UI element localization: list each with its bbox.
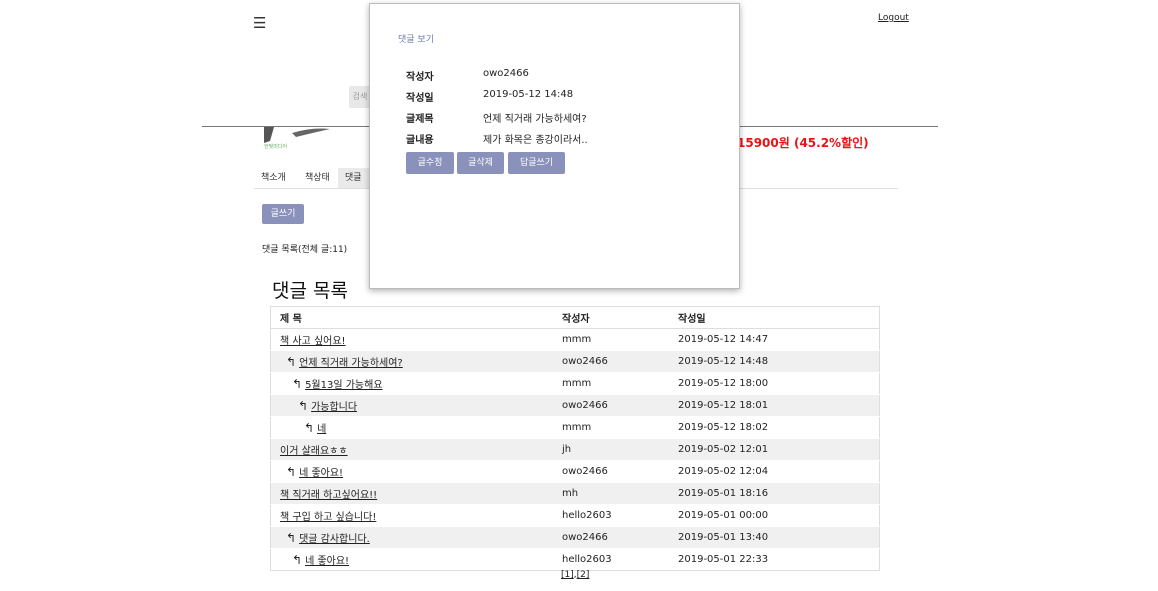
cell-subject: ↰ 네 좋아요! <box>270 548 553 571</box>
cell-subject: ↰ 네 좋아요! <box>270 460 553 483</box>
cell-subject: ↰ 댓글 감사합니다. <box>270 526 553 549</box>
page-link-1[interactable]: [1] <box>561 570 574 580</box>
cell-author: jh <box>553 438 669 461</box>
cell-date: 2019-05-02 12:04 <box>669 460 880 483</box>
comment-subject-link[interactable]: 네 <box>317 424 326 435</box>
table-row: ↰ 가능합니다 owo2466 2019-05-12 18:01 <box>270 394 880 417</box>
cell-author: mmm <box>553 372 669 395</box>
price-info: 15900원 (45.2%할인) <box>737 136 869 150</box>
comment-subject-link[interactable]: 5월13일 가능해요 <box>305 380 382 391</box>
cell-author: owo2466 <box>553 350 669 373</box>
reply-comment-button[interactable]: 답글쓰기 <box>508 152 565 174</box>
field-label: 글제목 <box>406 114 434 125</box>
cell-author: hello2603 <box>553 548 669 571</box>
comment-count: 댓글 목록(전체 글:11) <box>262 245 348 255</box>
publisher-label: 한빛미디어 <box>264 144 288 150</box>
cell-subject: ↰ 가능합니다 <box>270 394 553 417</box>
cell-date: 2019-05-01 00:00 <box>669 504 880 527</box>
field-value: owo2466 <box>483 68 529 79</box>
comment-subject-link[interactable]: 책 사고 싶어요! <box>280 336 346 347</box>
cell-subject: 이거 살래요ㅎㅎ <box>270 438 553 461</box>
field-value: 제가 화목은 종강이라서.. <box>483 135 588 146</box>
reply-arrow-icon: ↰ <box>298 399 309 413</box>
cell-date: 2019-05-01 13:40 <box>669 526 880 549</box>
table-row: ↰ 네 mmm 2019-05-12 18:02 <box>270 416 880 439</box>
cell-date: 2019-05-12 14:47 <box>669 328 880 351</box>
field-label: 작성자 <box>406 72 434 83</box>
cell-author: owo2466 <box>553 394 669 417</box>
reply-arrow-icon: ↰ <box>286 465 297 479</box>
reply-arrow-icon: ↰ <box>286 531 297 545</box>
cell-date: 2019-05-01 22:33 <box>669 548 880 571</box>
field-value: 2019-05-12 14:48 <box>483 89 574 100</box>
reply-arrow-icon: ↰ <box>292 553 303 567</box>
cell-author: mmm <box>553 416 669 439</box>
cell-subject: 책 구입 하고 싶습니다! <box>270 504 553 527</box>
search-input[interactable]: 검색 <box>349 86 371 108</box>
table-row: 책 구입 하고 싶습니다! hello2603 2019-05-01 00:00 <box>270 504 880 527</box>
cell-date: 2019-05-02 12:01 <box>669 438 880 461</box>
comment-subject-link[interactable]: 댓글 감사합니다. <box>299 534 370 545</box>
field-label: 글내용 <box>406 135 434 146</box>
table-row: ↰ 댓글 감사합니다. owo2466 2019-05-01 13:40 <box>270 526 880 549</box>
comment-subject-link[interactable]: 가능합니다 <box>311 402 357 413</box>
column-header-subject: 제 목 <box>270 306 553 329</box>
cell-subject: ↰ 언제 직거래 가능하세여? <box>270 350 553 373</box>
reply-arrow-icon: ↰ <box>304 421 315 435</box>
table-row: 책 직거래 하고싶어요!! mh 2019-05-01 18:16 <box>270 482 880 505</box>
cell-author: hello2603 <box>553 504 669 527</box>
comment-subject-link[interactable]: 네 좋아요! <box>305 556 349 567</box>
page-link-2[interactable]: [2] <box>577 570 590 580</box>
cell-subject: ↰ 네 <box>270 416 553 439</box>
comment-view-modal: 댓글 보기 작성자 owo2466 작성일 2019-05-12 14:48 글… <box>369 3 740 289</box>
table-row: ↰ 네 좋아요! hello2603 2019-05-01 22:33 <box>270 548 880 571</box>
cell-date: 2019-05-12 14:48 <box>669 350 880 373</box>
table-header-row: 제 목 작성자 작성일 <box>270 306 880 329</box>
column-header-date: 작성일 <box>669 306 880 329</box>
cell-author: owo2466 <box>553 526 669 549</box>
comment-table: 제 목 작성자 작성일 책 사고 싶어요! mmm 2019-05-12 14:47… <box>270 306 880 571</box>
cell-date: 2019-05-12 18:00 <box>669 372 880 395</box>
reply-arrow-icon: ↰ <box>292 377 303 391</box>
delete-comment-button[interactable]: 글삭제 <box>457 152 504 174</box>
comment-list-title: 댓글 목록 <box>272 280 348 302</box>
tab-book-intro[interactable]: 책소개 <box>254 168 293 188</box>
table-row: ↰ 언제 직거래 가능하세여? owo2466 2019-05-12 14:48 <box>270 350 880 373</box>
comment-subject-link[interactable]: 이거 살래요ㅎㅎ <box>280 446 348 457</box>
cell-author: owo2466 <box>553 460 669 483</box>
cell-subject: 책 직거래 하고싶어요!! <box>270 482 553 505</box>
comment-subject-link[interactable]: 책 직거래 하고싶어요!! <box>280 490 377 501</box>
tab-book-status[interactable]: 책상태 <box>298 168 337 188</box>
cell-subject: 책 사고 싶어요! <box>270 328 553 351</box>
cell-date: 2019-05-01 18:16 <box>669 482 880 505</box>
comment-subject-link[interactable]: 언제 직거래 가능하세여? <box>299 358 403 369</box>
reply-arrow-icon: ↰ <box>286 355 297 369</box>
cell-author: mh <box>553 482 669 505</box>
cell-author: mmm <box>553 328 669 351</box>
hamburger-menu-icon[interactable]: ☰ <box>253 14 266 32</box>
pagination: [1],[2] <box>561 570 590 580</box>
field-label: 작성일 <box>406 93 434 104</box>
comment-subject-link[interactable]: 네 좋아요! <box>299 468 343 479</box>
modal-title: 댓글 보기 <box>398 35 434 45</box>
write-comment-button[interactable]: 글쓰기 <box>262 204 304 224</box>
table-row: 책 사고 싶어요! mmm 2019-05-12 14:47 <box>270 328 880 351</box>
comment-subject-link[interactable]: 책 구입 하고 싶습니다! <box>280 512 376 523</box>
tab-comments[interactable]: 댓글 <box>338 168 369 188</box>
cell-subject: ↰ 5월13일 가능해요 <box>270 372 553 395</box>
column-header-author: 작성자 <box>553 306 669 329</box>
cell-date: 2019-05-12 18:02 <box>669 416 880 439</box>
table-row: ↰ 네 좋아요! owo2466 2019-05-02 12:04 <box>270 460 880 483</box>
edit-comment-button[interactable]: 글수정 <box>406 152 454 174</box>
cell-date: 2019-05-12 18:01 <box>669 394 880 417</box>
field-value: 언제 직거래 가능하세여? <box>483 114 587 125</box>
table-row: 이거 살래요ㅎㅎ jh 2019-05-02 12:01 <box>270 438 880 461</box>
table-row: ↰ 5월13일 가능해요 mmm 2019-05-12 18:00 <box>270 372 880 395</box>
logout-link[interactable]: Logout <box>878 13 909 23</box>
